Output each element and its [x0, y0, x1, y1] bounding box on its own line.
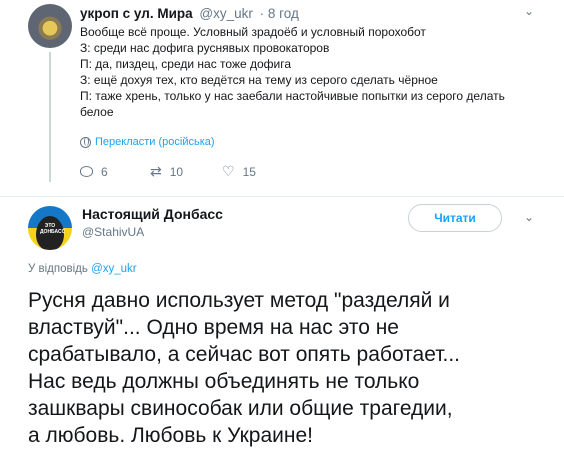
author-handle[interactable]: @StahivUA	[82, 225, 144, 239]
avatar[interactable]: ЭТО ДОНБАСС	[28, 206, 72, 250]
tweet-line: зашквары свинособак или общие трагедии,	[28, 397, 453, 420]
tweet-line: З: ещё дохуя тех, кто ведётся на тему из…	[80, 73, 438, 87]
chevron-down-icon[interactable]: ⌄	[524, 210, 534, 224]
replying-prefix: У відповідь	[28, 263, 88, 275]
tweet-text: Русня давно использует метод "разделяй и…	[28, 287, 558, 449]
tweet-line: срабатывало, а сейчас вот опять работает…	[28, 343, 460, 366]
avatar[interactable]	[28, 4, 72, 48]
tweet-line: Нас ведь должны объединять не только	[28, 370, 420, 393]
tweet-original: укроп с ул. Мира @xy_ukr · 8 год ⌄ Вообщ…	[0, 0, 564, 196]
tweet-line: П: таже хрень, только у нас заебали наст…	[80, 89, 505, 103]
reply-icon	[80, 166, 93, 177]
tweet-line: З: среди нас дофига руснявых провокаторо…	[80, 41, 330, 55]
retweet-icon: ⇄	[150, 163, 162, 179]
reply-button[interactable]: 6	[80, 163, 150, 180]
translate-link[interactable]: Перекласти (російська)	[80, 136, 215, 148]
author-handle[interactable]: @xy_ukr	[199, 6, 252, 21]
replying-handle-link[interactable]: @xy_ukr	[91, 263, 137, 275]
translate-label: Перекласти (російська)	[95, 136, 215, 148]
tweet-line: П: да, пиздец, среди нас тоже дофига	[80, 57, 292, 71]
avatar-text: ЭТО ДОНБАСС	[40, 223, 66, 235]
divider	[0, 196, 564, 197]
like-count: 15	[242, 164, 256, 179]
follow-button[interactable]: Читати	[408, 204, 502, 232]
tweet-line: белое	[80, 105, 114, 119]
thread-connector-line	[49, 52, 51, 182]
retweet-button[interactable]: ⇄ 10	[150, 163, 222, 180]
tweet-line: а любовь. Любовь к Украине!	[28, 424, 313, 447]
tweet-line: властвуй"... Одно время на нас это не	[28, 316, 399, 339]
tweet-line: Вообще всё проще. Условный зрадоёб и усл…	[80, 25, 426, 39]
tweet-text: Вообще всё проще. Условный зрадоёб и усл…	[80, 24, 550, 120]
author-name[interactable]: Настоящий Донбасс	[82, 206, 223, 222]
globe-icon	[80, 136, 91, 148]
tweet-actions: 6 ⇄ 10 ♡ 15	[80, 163, 292, 180]
retweet-count: 10	[169, 164, 184, 179]
tweet-time[interactable]: · 8 год	[260, 6, 299, 21]
reply-count: 6	[101, 164, 108, 179]
tweet-header: укроп с ул. Мира @xy_ukr · 8 год	[80, 6, 299, 21]
like-button[interactable]: ♡ 15	[222, 163, 292, 180]
chevron-down-icon[interactable]: ⌄	[524, 4, 538, 18]
author-name[interactable]: укроп с ул. Мира	[80, 6, 193, 21]
heart-icon: ♡	[222, 163, 235, 179]
tweet-line: Русня давно использует метод "разделяй и	[28, 289, 450, 312]
replying-to: У відповідь @xy_ukr	[28, 263, 137, 275]
